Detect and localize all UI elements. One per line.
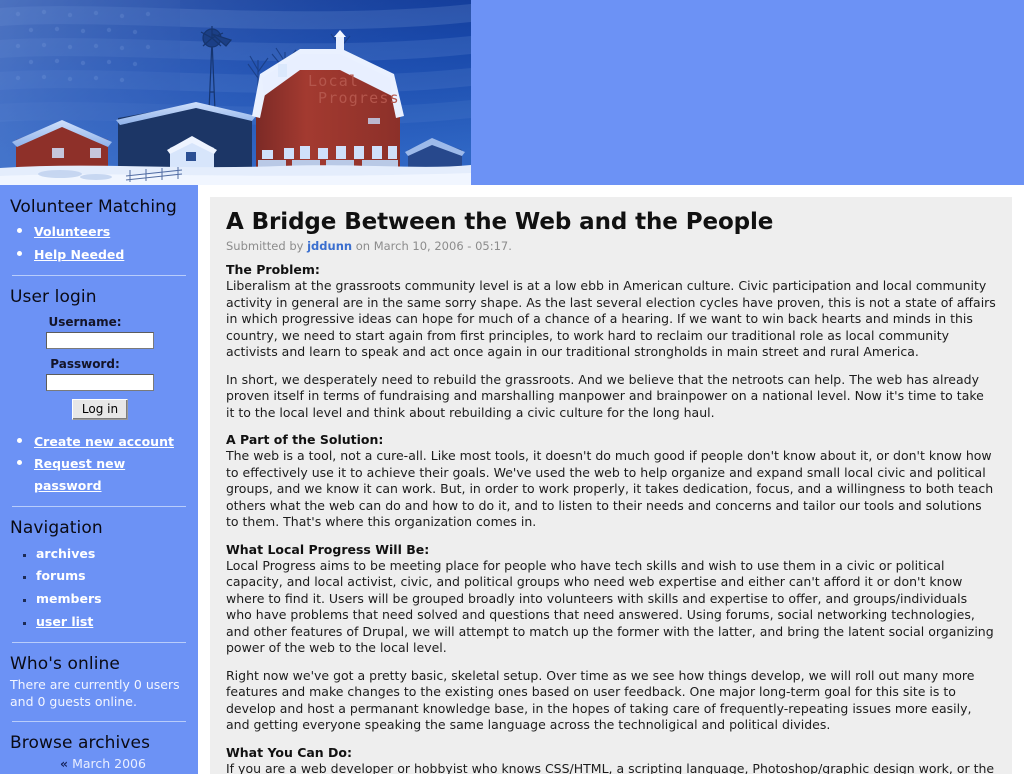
nav-item-forums[interactable]: forums xyxy=(36,568,86,583)
sidebar-link-create-new-account[interactable]: Create new account xyxy=(34,434,174,449)
barn-sign-line2: Progress xyxy=(318,89,400,107)
submitted-suffix: on March 10, 2006 - 05:17. xyxy=(355,239,512,253)
sidebar-link-volunteers[interactable]: Volunteers xyxy=(34,224,110,239)
divider xyxy=(12,506,186,508)
sidebar-block-user-login: User login Username: Password: Log in Cr… xyxy=(8,287,192,495)
divider xyxy=(12,720,186,722)
section-heading-what-local-progress-will-be: What Local Progress Will Be: xyxy=(226,541,430,557)
sidebar: Volunteer Matching Volunteers Help Neede… xyxy=(0,185,198,774)
site-banner: Local Progress xyxy=(0,0,471,185)
paragraph: The web is a tool, not a cure-all. Like … xyxy=(226,448,994,529)
sidebar-block-navigation: Navigation archives forums members user … xyxy=(8,518,192,631)
list-item: Request new password xyxy=(34,452,192,495)
divider xyxy=(12,642,186,644)
section-heading-a-part-of-the-solution: A Part of the Solution: xyxy=(226,432,384,447)
page-root: Local Progress Volunteer Matching • Volu… xyxy=(0,0,1024,774)
paragraph: In short, we desperately need to rebuild… xyxy=(226,371,984,420)
page-title: A Bridge Between the Web and the People xyxy=(226,209,774,235)
author-link[interactable]: jddunn xyxy=(307,239,352,253)
log-in-button[interactable]: Log in xyxy=(71,398,129,420)
volunteer-matching-list: Volunteers Help Needed xyxy=(8,220,192,264)
calendar-month-nav: « March 2006 xyxy=(8,756,192,771)
content-frame: A Bridge Between the Web and the People … xyxy=(198,185,1024,774)
block-title-whos-online: Who's online xyxy=(10,654,120,675)
nav-item-members[interactable]: members xyxy=(36,591,102,606)
list-item: Volunteers xyxy=(34,220,192,242)
block-title-browse-archives: Browse archives xyxy=(10,732,151,753)
username-input[interactable] xyxy=(46,331,154,349)
barn-sign-line1: Local xyxy=(308,72,359,90)
paragraph: Local Progress aims to be meeting place … xyxy=(226,557,994,656)
nav-item-user-list[interactable]: user list xyxy=(36,614,93,629)
submitted-prefix: Submitted by xyxy=(226,239,304,253)
block-title-navigation: Navigation xyxy=(10,518,103,539)
sidebar-block-volunteer-matching: Volunteer Matching Volunteers Help Neede… xyxy=(8,197,192,264)
list-item: archives xyxy=(36,542,192,564)
node-article: A Bridge Between the Web and the People … xyxy=(210,197,1012,774)
list-item: members xyxy=(36,587,192,609)
username-label: Username: xyxy=(48,314,122,329)
whos-online-text: There are currently 0 users and 0 guests… xyxy=(10,677,180,709)
sidebar-block-whos-online: Who's online There are currently 0 users… xyxy=(8,654,192,710)
section-heading-what-you-can-do: What You Can Do: xyxy=(226,744,353,760)
list-item: Help Needed xyxy=(34,243,192,265)
calendar-month-label: March 2006 xyxy=(72,756,146,772)
password-label: Password: xyxy=(50,356,120,371)
previous-month-arrow-icon[interactable]: « xyxy=(60,756,68,771)
divider xyxy=(12,275,186,277)
password-input[interactable] xyxy=(46,373,154,391)
paragraph: Liberalism at the grassroots community l… xyxy=(226,278,996,359)
account-links-list: Create new account Request new password xyxy=(8,430,192,496)
sidebar-link-request-new-password[interactable]: Request new password xyxy=(34,456,125,493)
navigation-list: archives forums members user list xyxy=(8,542,192,631)
section-heading-the-problem: The Problem: xyxy=(226,262,320,277)
sidebar-link-help-needed[interactable]: Help Needed xyxy=(34,247,124,262)
paragraph: Right now we've got a pretty basic, skel… xyxy=(226,667,975,733)
nav-item-archives[interactable]: archives xyxy=(36,546,95,561)
submitted-byline: Submitted by jddunn on March 10, 2006 - … xyxy=(226,239,996,253)
list-item: Create new account xyxy=(34,430,192,452)
sidebar-block-browse-archives: Browse archives « March 2006 Su Mo Tu We… xyxy=(8,733,192,774)
list-item: forums xyxy=(36,564,192,586)
paragraph: If you are a web developer or hobbyist w… xyxy=(226,760,995,774)
banner-illustration: Local Progress xyxy=(0,0,471,185)
block-title-user-login: User login xyxy=(10,287,97,308)
block-title-volunteer-matching: Volunteer Matching xyxy=(10,197,177,217)
list-item: user list xyxy=(36,610,192,632)
